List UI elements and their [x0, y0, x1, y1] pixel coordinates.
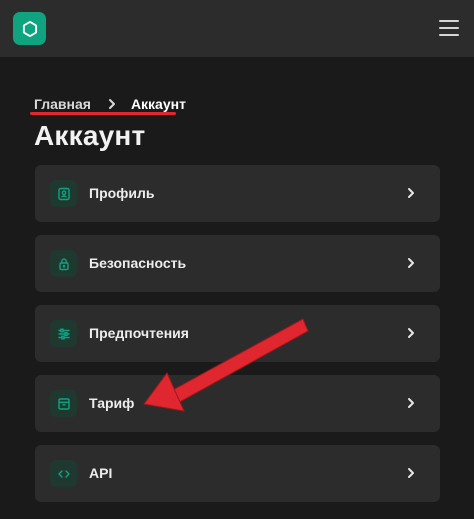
page-title: Аккаунт — [34, 120, 146, 151]
lock-icon — [50, 250, 77, 277]
breadcrumb-home-link[interactable]: Главная — [34, 96, 91, 112]
annotation-underline — [30, 112, 176, 115]
hamburger-menu-icon[interactable] — [436, 17, 462, 39]
openai-logo-icon[interactable] — [13, 12, 46, 45]
breadcrumb-current: Аккаунт — [130, 96, 186, 112]
chevron-right-icon — [408, 328, 414, 338]
menu-item-label: Профиль — [89, 185, 155, 201]
menu-item-security[interactable]: Безопасность — [35, 235, 440, 292]
package-box-icon — [50, 390, 77, 417]
top-bar — [0, 0, 474, 57]
chevron-right-icon — [107, 98, 117, 110]
menu-item-label: Тариф — [89, 395, 135, 411]
menu-item-label: Безопасность — [89, 255, 187, 271]
menu-item-preferences[interactable]: Предпочтения — [35, 305, 440, 362]
chevron-right-icon — [408, 188, 414, 198]
chevron-right-icon — [408, 468, 414, 478]
sliders-icon — [50, 320, 77, 347]
menu-item-plan[interactable]: Тариф — [35, 375, 440, 432]
code-icon — [50, 460, 77, 487]
menu-item-label: API — [89, 465, 113, 481]
chevron-right-icon — [408, 398, 414, 408]
menu-item-api[interactable]: API — [35, 445, 440, 502]
profile-card-icon — [50, 180, 77, 207]
menu-item-label: Предпочтения — [89, 325, 189, 341]
menu-item-profile[interactable]: Профиль — [35, 165, 440, 222]
breadcrumb: Главная Аккаунт — [34, 94, 186, 114]
chevron-right-icon — [408, 258, 414, 268]
